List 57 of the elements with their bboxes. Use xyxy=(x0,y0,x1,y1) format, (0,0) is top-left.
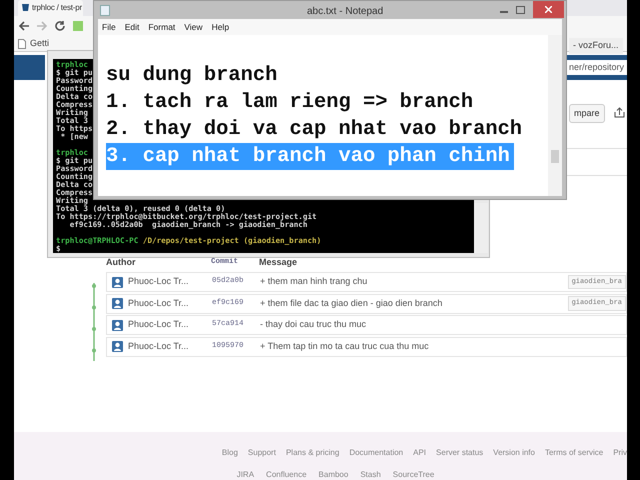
maximize-icon[interactable] xyxy=(516,6,525,14)
commit-message: + them file dac ta giao dien - giao dien branch xyxy=(260,296,444,310)
footer-link[interactable]: Plans & pricing xyxy=(286,447,340,459)
reload-icon[interactable] xyxy=(54,20,66,32)
scroll-thumb[interactable] xyxy=(551,150,559,163)
commit-message: + Them tap tin mo ta cau truc cua thu muc xyxy=(260,340,430,353)
scrollbar[interactable] xyxy=(474,203,488,253)
notepad-icon xyxy=(100,4,110,16)
back-icon[interactable] xyxy=(18,20,30,32)
url-field[interactable]: ner/repository xyxy=(567,60,627,75)
menu-item[interactable]: Format xyxy=(148,20,176,34)
footer-link[interactable]: SourceTree xyxy=(392,469,434,480)
share-icon[interactable] xyxy=(614,107,625,118)
footer-link[interactable]: Terms of service xyxy=(544,447,604,459)
commit-message: - thay doi cau truc thu muc xyxy=(260,318,368,332)
footer-link[interactable]: Support xyxy=(248,447,276,459)
header-bar xyxy=(14,55,45,80)
footer-link[interactable]: Server status xyxy=(436,447,484,459)
author-name[interactable]: Phuoc-Loc Tr... xyxy=(128,318,212,332)
column-header: Message xyxy=(259,256,298,270)
text-line: su dung branch xyxy=(106,63,278,89)
compare-button[interactable]: mpare xyxy=(569,104,605,123)
page-icon xyxy=(18,38,26,48)
bucket-icon xyxy=(21,3,30,12)
user-avatar-icon xyxy=(112,276,123,288)
author-name[interactable]: Phuoc-Loc Tr... xyxy=(128,296,212,310)
scrollbar[interactable] xyxy=(548,35,562,196)
user-avatar-icon xyxy=(112,320,123,330)
user-avatar-icon xyxy=(112,341,123,352)
footer-link[interactable]: Documentation xyxy=(349,447,404,459)
text-line: 2. thay doi va cap nhat vao branch xyxy=(106,117,524,143)
footer-link[interactable]: JIRA xyxy=(236,469,254,480)
column-header: Author xyxy=(106,256,136,270)
browser-tab[interactable]: - vozForu... xyxy=(569,38,623,54)
text-line: 1. tach ra lam rieng => branch xyxy=(106,90,474,116)
user-avatar-icon xyxy=(112,298,123,309)
footer-link[interactable]: Blog xyxy=(222,447,238,459)
selected-text: 3. cap nhat branch vao phan chinh xyxy=(106,143,514,170)
footer-link[interactable]: Stash xyxy=(360,469,381,480)
menu-item[interactable]: Help xyxy=(212,20,230,34)
footer-link[interactable]: API xyxy=(413,447,426,459)
close-icon xyxy=(545,6,552,13)
text-area[interactable]: su dung branch 1. tach ra lam rieng => branch 2. thay doi va cap nhat vao branch 3. cap nhat branch vao phan chinh xyxy=(98,35,562,196)
footer-link[interactable]: Bamboo xyxy=(318,469,348,480)
menu-item[interactable]: View xyxy=(184,20,203,34)
browser-tab[interactable]: trphloc / test-pr xyxy=(18,0,83,16)
footer-link[interactable]: Priv xyxy=(613,447,627,459)
author-name[interactable]: Phuoc-Loc Tr... xyxy=(128,275,212,289)
bookmark-link[interactable]: Getti xyxy=(30,36,50,50)
menu-item[interactable]: File xyxy=(102,20,116,34)
window-title: abc.txt - Notepad xyxy=(307,5,384,19)
footer-link[interactable]: Version info xyxy=(493,447,535,459)
author-name[interactable]: Phuoc-Loc Tr... xyxy=(128,340,212,354)
commit-message: + them man hinh trang chu xyxy=(260,275,368,288)
menu-item[interactable]: Edit xyxy=(124,20,140,34)
footer-link[interactable]: Confluence xyxy=(266,469,307,480)
close-button[interactable] xyxy=(533,1,564,18)
